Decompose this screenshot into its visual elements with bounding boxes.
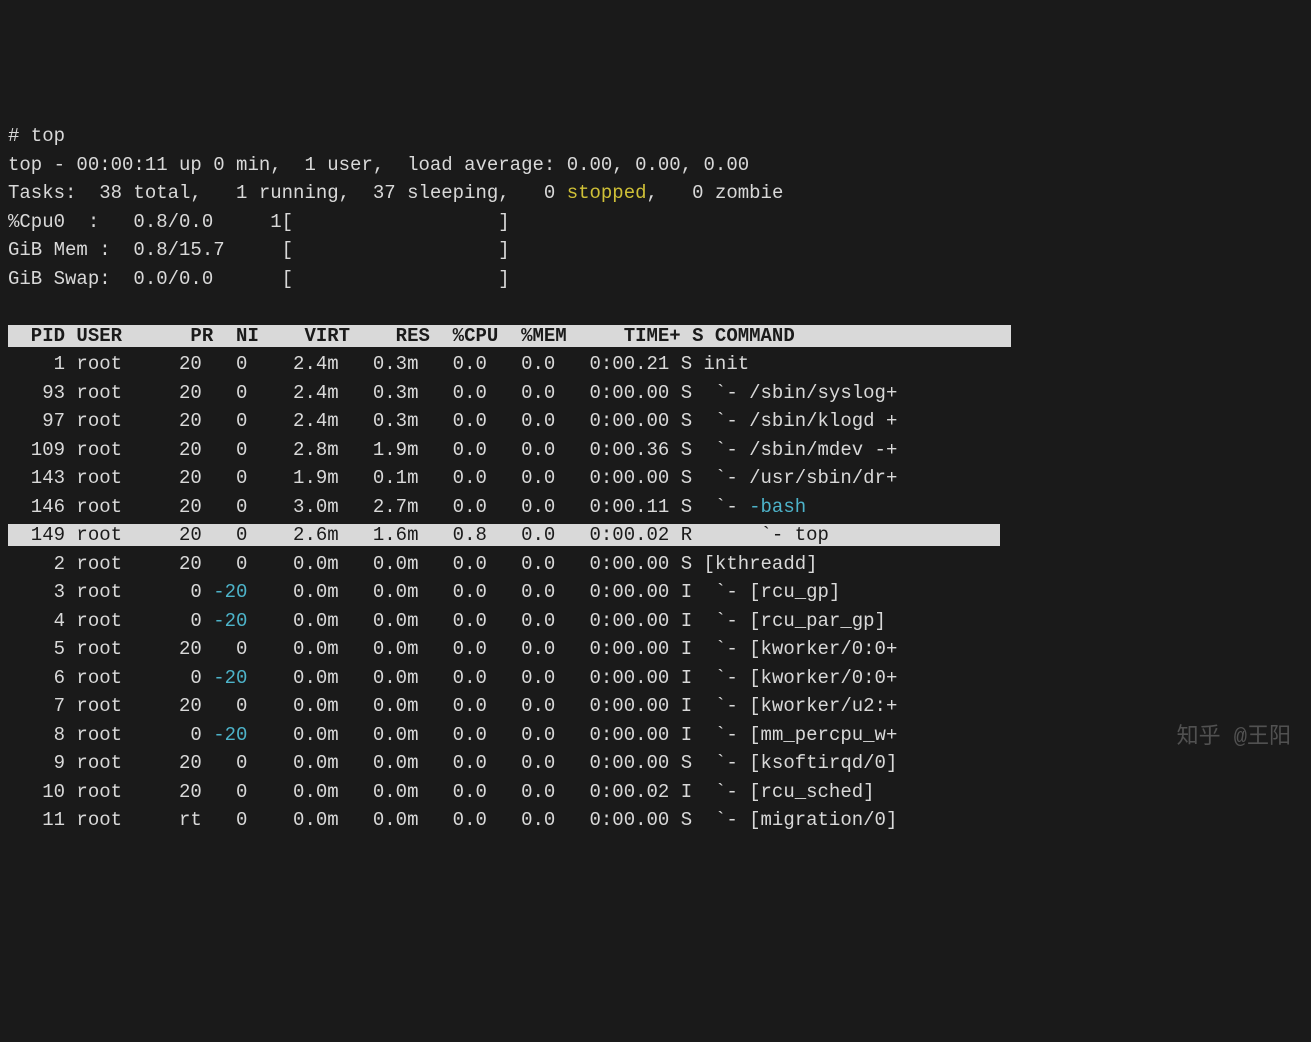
top-stopped-label: stopped: [567, 182, 647, 204]
top-cpu-line: %Cpu0 : 0.8/0.0 1[ ]: [8, 211, 510, 233]
process-row: 8 root 0 -20 0.0m 0.0m 0.0 0.0 0:00.00 I…: [8, 724, 897, 746]
process-row: 2 root 20 0 0.0m 0.0m 0.0 0.0 0:00.00 S …: [8, 553, 818, 575]
process-row: 4 root 0 -20 0.0m 0.0m 0.0 0.0 0:00.00 I…: [8, 610, 886, 632]
process-row: 6 root 0 -20 0.0m 0.0m 0.0 0.0 0:00.00 I…: [8, 667, 897, 689]
process-row: 109 root 20 0 2.8m 1.9m 0.0 0.0 0:00.36 …: [8, 439, 897, 461]
process-row: 93 root 20 0 2.4m 0.3m 0.0 0.0 0:00.00 S…: [8, 382, 897, 404]
process-table-body: 1 root 20 0 2.4m 0.3m 0.0 0.0 0:00.21 S …: [8, 353, 1000, 831]
top-swap-line: GiB Swap: 0.0/0.0 [ ]: [8, 268, 510, 290]
process-row: 149 root 20 0 2.6m 1.6m 0.8 0.0 0:00.02 …: [8, 524, 1000, 546]
top-summary-tasks-post: , 0 zombie: [647, 182, 784, 204]
process-row: 1 root 20 0 2.4m 0.3m 0.0 0.0 0:00.21 S …: [8, 353, 749, 375]
top-mem-line: GiB Mem : 0.8/15.7 [ ]: [8, 239, 510, 261]
process-row: 7 root 20 0 0.0m 0.0m 0.0 0.0 0:00.00 I …: [8, 695, 897, 717]
process-row: 143 root 20 0 1.9m 0.1m 0.0 0.0 0:00.00 …: [8, 467, 897, 489]
prompt-line: # top: [8, 125, 65, 147]
process-row: 146 root 20 0 3.0m 2.7m 0.0 0.0 0:00.11 …: [8, 496, 806, 518]
process-row: 11 root rt 0 0.0m 0.0m 0.0 0.0 0:00.00 S…: [8, 809, 897, 831]
process-row: 5 root 20 0 0.0m 0.0m 0.0 0.0 0:00.00 I …: [8, 638, 897, 660]
top-summary-tasks-pre: Tasks: 38 total, 1 running, 37 sleeping,…: [8, 182, 567, 204]
top-summary-uptime: top - 00:00:11 up 0 min, 1 user, load av…: [8, 154, 749, 176]
process-table-header: PID USER PR NI VIRT RES %CPU %MEM TIME+ …: [8, 325, 1011, 347]
process-row: 97 root 20 0 2.4m 0.3m 0.0 0.0 0:00.00 S…: [8, 410, 897, 432]
process-row: 3 root 0 -20 0.0m 0.0m 0.0 0.0 0:00.00 I…: [8, 581, 840, 603]
terminal-output: # top top - 00:00:11 up 0 min, 1 user, l…: [8, 122, 1303, 835]
process-row: 9 root 20 0 0.0m 0.0m 0.0 0.0 0:00.00 S …: [8, 752, 897, 774]
process-row: 10 root 20 0 0.0m 0.0m 0.0 0.0 0:00.02 I…: [8, 781, 875, 803]
